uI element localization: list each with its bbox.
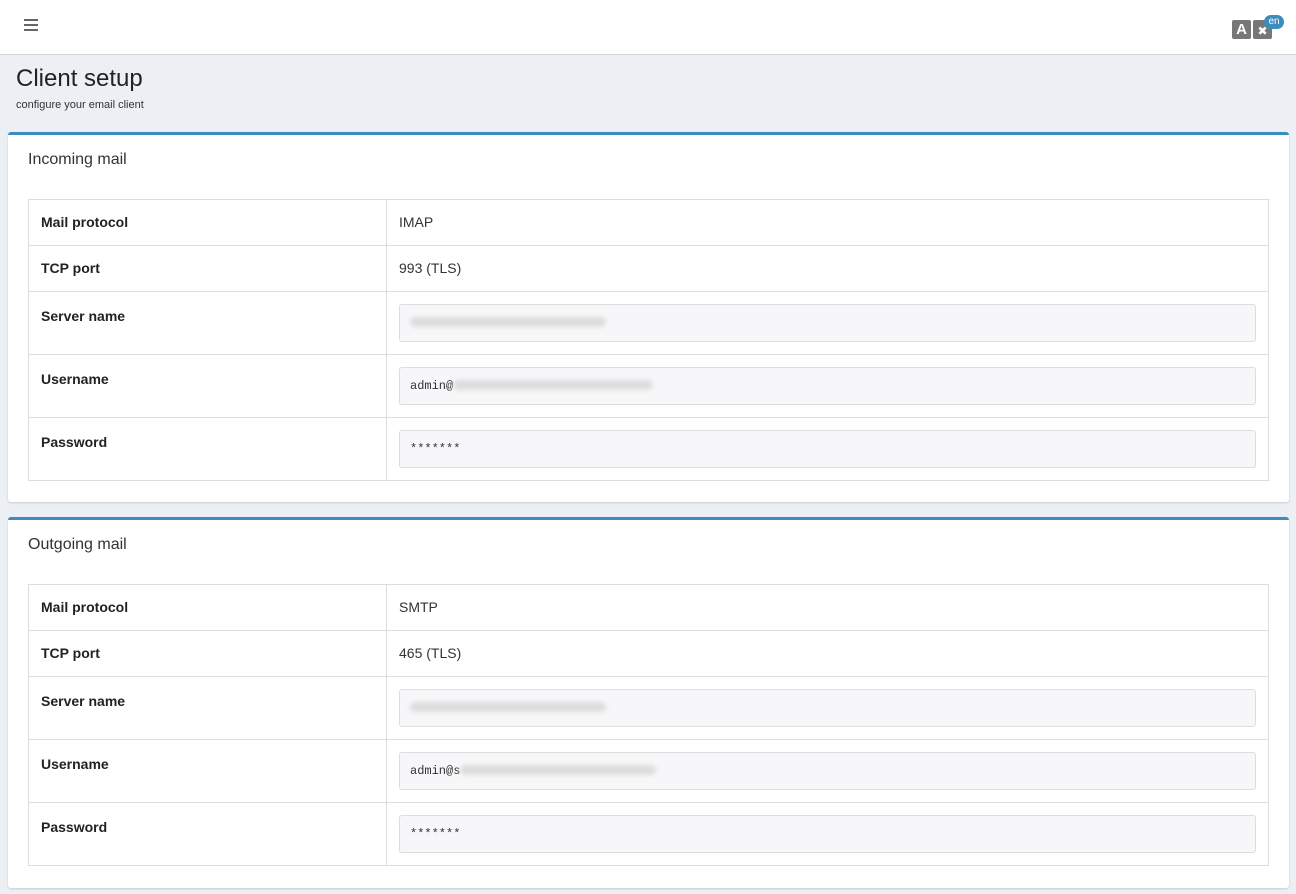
language-letter-icon: A <box>1232 20 1251 39</box>
mail-protocol-label: Mail protocol <box>28 584 387 631</box>
outgoing-mail-panel: Outgoing mail Mail protocol SMTP TCP por… <box>8 517 1289 888</box>
server-name-label: Server name <box>28 676 387 740</box>
table-row: Password ******* <box>28 802 1269 866</box>
redacted-text <box>410 701 606 712</box>
redacted-text <box>453 379 654 390</box>
mail-protocol-value: IMAP <box>386 199 1269 246</box>
language-switcher[interactable]: A ✖ en <box>1232 15 1288 42</box>
tcp-port-label: TCP port <box>28 630 387 677</box>
server-name-label: Server name <box>28 291 387 355</box>
incoming-settings-table: Mail protocol IMAP TCP port 993 (TLS) Se… <box>28 199 1269 481</box>
mail-protocol-label: Mail protocol <box>28 199 387 246</box>
table-row: TCP port 993 (TLS) <box>28 245 1269 292</box>
server-name-field[interactable] <box>399 304 1256 342</box>
redacted-text <box>410 316 606 327</box>
redacted-text <box>460 764 657 775</box>
password-label: Password <box>28 417 387 481</box>
mail-protocol-value: SMTP <box>386 584 1269 631</box>
page-subtitle: configure your email client <box>16 99 144 111</box>
table-row: Mail protocol SMTP <box>28 584 1269 631</box>
username-label: Username <box>28 739 387 803</box>
username-text: admin@ <box>410 379 454 393</box>
top-navbar: A ✖ en <box>0 0 1296 55</box>
table-row: Server name <box>28 676 1269 740</box>
table-row: Mail protocol IMAP <box>28 199 1269 246</box>
incoming-mail-panel: Incoming mail Mail protocol IMAP TCP por… <box>8 132 1289 502</box>
password-label: Password <box>28 802 387 866</box>
table-row: Server name <box>28 291 1269 355</box>
tcp-port-value: 993 (TLS) <box>386 245 1269 292</box>
table-row: Username admin@s <box>28 739 1269 803</box>
username-label: Username <box>28 354 387 418</box>
hamburger-icon[interactable] <box>24 19 38 33</box>
password-field[interactable]: ******* <box>399 815 1256 853</box>
username-text: admin@s <box>410 764 461 778</box>
incoming-mail-title: Incoming mail <box>28 151 127 168</box>
page-title: Client setup <box>16 65 143 92</box>
username-field[interactable]: admin@ <box>399 367 1256 405</box>
language-code-badge: en <box>1264 15 1284 29</box>
server-name-field[interactable] <box>399 689 1256 727</box>
tcp-port-label: TCP port <box>28 245 387 292</box>
outgoing-mail-title: Outgoing mail <box>28 536 127 553</box>
outgoing-settings-table: Mail protocol SMTP TCP port 465 (TLS) Se… <box>28 584 1269 866</box>
table-row: Username admin@ <box>28 354 1269 418</box>
tcp-port-value: 465 (TLS) <box>386 630 1269 677</box>
username-field[interactable]: admin@s <box>399 752 1256 790</box>
table-row: TCP port 465 (TLS) <box>28 630 1269 677</box>
password-field[interactable]: ******* <box>399 430 1256 468</box>
table-row: Password ******* <box>28 417 1269 481</box>
